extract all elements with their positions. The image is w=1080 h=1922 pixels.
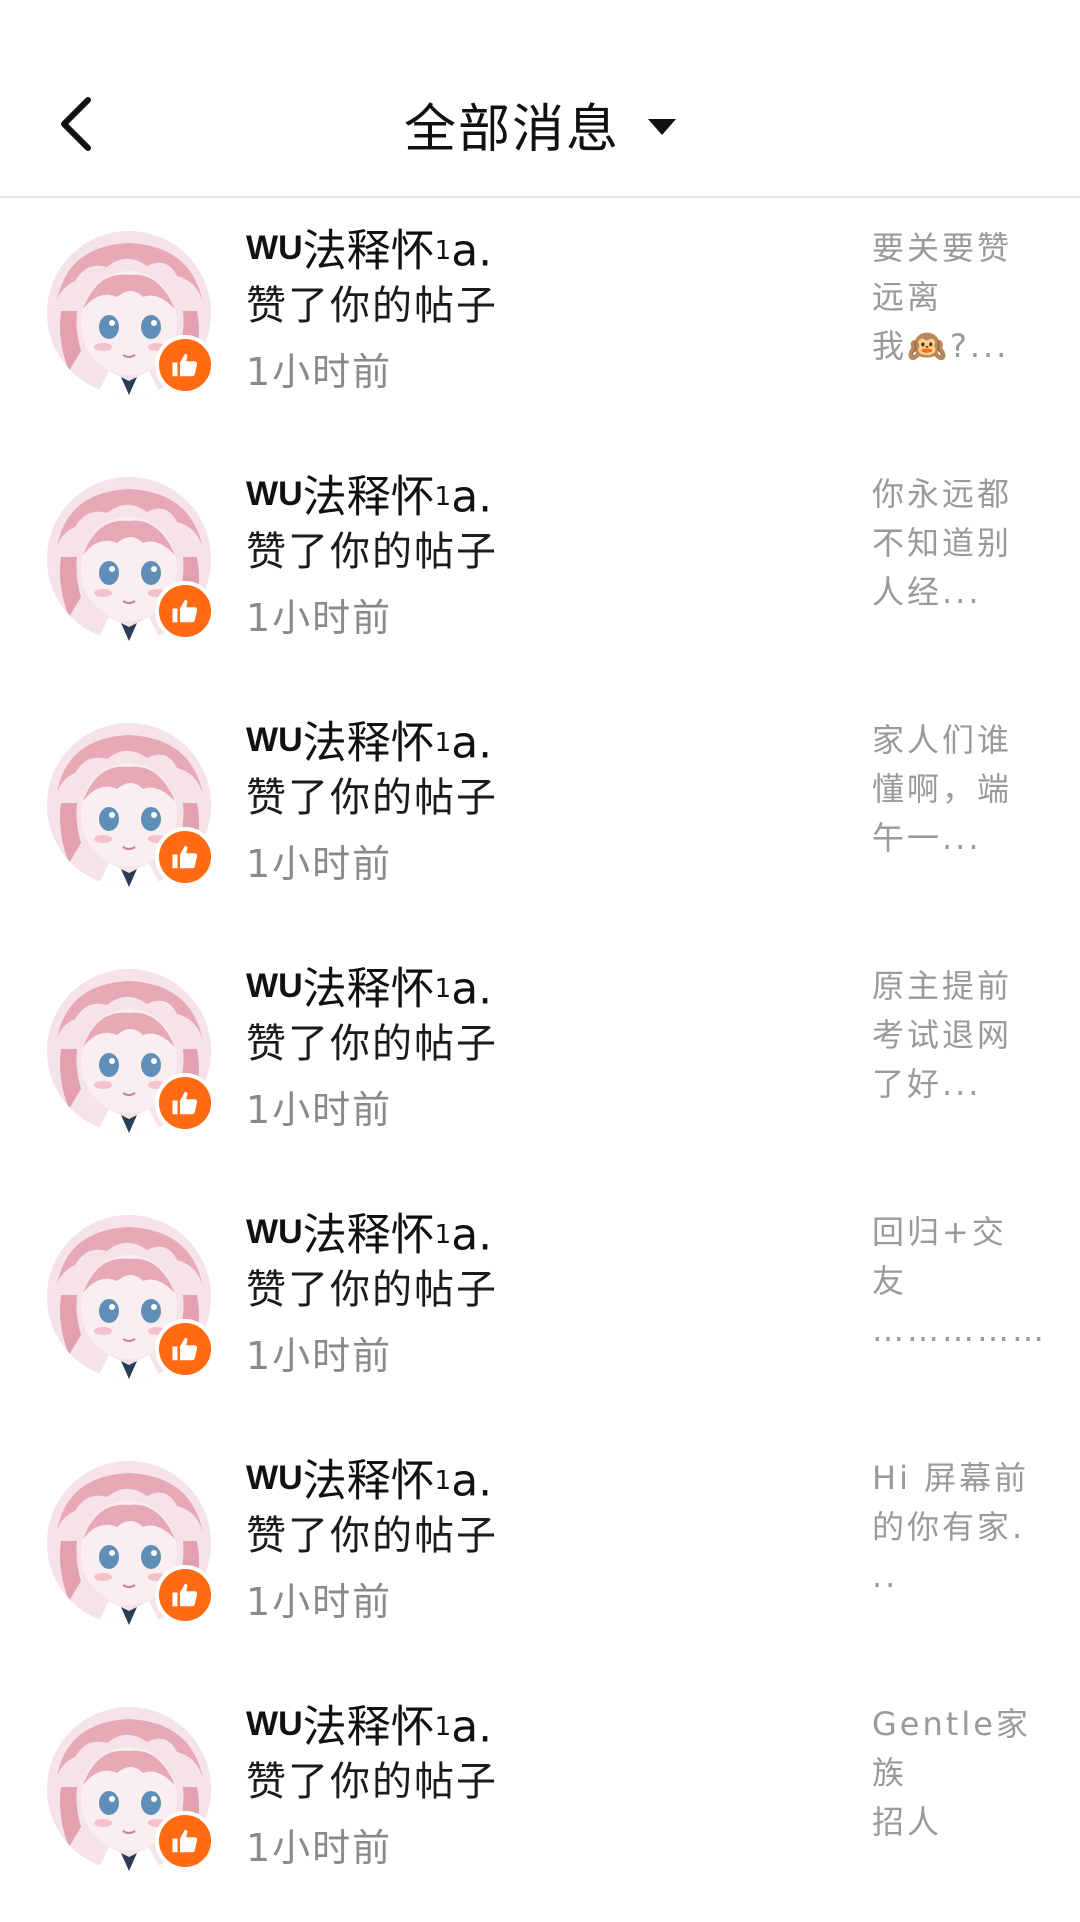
action-text: 赞了你的帖子 [246, 529, 498, 575]
title-dropdown[interactable]: 全部消息 [0, 92, 1080, 160]
post-excerpt[interactable]: 家人们谁 懂啊，端 午一... [872, 716, 1032, 863]
top-bar: 全部消息 [0, 0, 1080, 198]
list-item[interactable]: WU法释怀1a. 赞了你的帖子 1小时前 原主提前 考试退网 了好... [0, 938, 1080, 1184]
username-superscript: 1 [434, 1466, 452, 1496]
timestamp: 1小时前 [246, 842, 393, 886]
username-superscript: 1 [434, 728, 452, 758]
list-item[interactable]: WU法释怀1a. 赞了你的帖子 1小时前 Gentle家族 招人 [0, 1676, 1080, 1922]
username-main: 法释怀 [302, 717, 435, 769]
username-suffix: a. [451, 471, 493, 523]
post-excerpt[interactable]: Hi 屏幕前 的你有家. .. [872, 1454, 1032, 1601]
thumbs-up-icon [155, 827, 215, 887]
username-main: 法释怀 [302, 471, 435, 523]
thumbs-up-icon [155, 581, 215, 641]
username-prefix: WU [246, 1705, 303, 1743]
username-superscript: 1 [434, 1712, 452, 1742]
username-superscript: 1 [434, 482, 452, 512]
action-text: 赞了你的帖子 [246, 1759, 498, 1805]
username-superscript: 1 [434, 236, 452, 266]
message-meta: WU法释怀1a. 赞了你的帖子 1小时前 [246, 1692, 806, 1878]
username-prefix: WU [246, 229, 303, 267]
username-suffix: a. [451, 1455, 493, 1507]
post-excerpt[interactable]: 要关要赞 远离 我🙉?... [872, 224, 1032, 371]
timestamp: 1小时前 [246, 1826, 393, 1870]
thumbs-up-icon [155, 1811, 215, 1871]
username[interactable]: WU法释怀1a. [246, 216, 806, 280]
username-main: 法释怀 [302, 963, 435, 1015]
message-meta: WU法释怀1a. 赞了你的帖子 1小时前 [246, 954, 806, 1140]
message-list: WU法释怀1a. 赞了你的帖子 1小时前 …………… ……… [0, 0, 1080, 1920]
timestamp: 1小时前 [246, 1334, 393, 1378]
username-prefix: WU [246, 721, 303, 759]
page-title: 全部消息 [403, 99, 620, 160]
action-text: 赞了你的帖子 [246, 283, 498, 329]
thumbs-up-icon [155, 335, 215, 395]
message-meta: WU法释怀1a. 赞了你的帖子 1小时前 [246, 462, 806, 648]
username[interactable]: WU法释怀1a. [246, 1200, 806, 1264]
list-item[interactable]: WU法释怀1a. 赞了你的帖子 1小时前 家人们谁 懂啊，端 午一... [0, 692, 1080, 938]
username-main: 法释怀 [302, 225, 435, 277]
post-excerpt[interactable]: 回归+交 友 …………… [872, 1208, 1044, 1355]
action-text: 赞了你的帖子 [246, 775, 498, 821]
username-prefix: WU [246, 1459, 303, 1497]
username-prefix: WU [246, 475, 303, 513]
post-excerpt[interactable]: Gentle家族 招人 [872, 1700, 1032, 1847]
thumbs-up-icon [155, 1565, 215, 1625]
username-main: 法释怀 [302, 1455, 435, 1507]
timestamp: 1小时前 [246, 1580, 393, 1624]
action-text: 赞了你的帖子 [246, 1021, 498, 1067]
username-suffix: a. [451, 225, 493, 277]
post-excerpt[interactable]: 你永远都 不知道别 人经... [872, 470, 1032, 617]
username-suffix: a. [451, 963, 493, 1015]
list-item[interactable]: WU法释怀1a. 赞了你的帖子 1小时前 你永远都 不知道别 人经... [0, 446, 1080, 692]
username[interactable]: WU法释怀1a. [246, 1692, 806, 1756]
username-prefix: WU [246, 967, 303, 1005]
timestamp: 1小时前 [246, 596, 393, 640]
action-text: 赞了你的帖子 [246, 1513, 498, 1559]
message-meta: WU法释怀1a. 赞了你的帖子 1小时前 [246, 708, 806, 894]
username-main: 法释怀 [302, 1701, 435, 1753]
caret-down-icon [648, 119, 676, 135]
message-meta: WU法释怀1a. 赞了你的帖子 1小时前 [246, 1446, 806, 1632]
list-item[interactable]: WU法释怀1a. 赞了你的帖子 1小时前 Hi 屏幕前 的你有家. .. [0, 1430, 1080, 1676]
action-text: 赞了你的帖子 [246, 1267, 498, 1313]
timestamp: 1小时前 [246, 1088, 393, 1132]
username-suffix: a. [451, 717, 493, 769]
username[interactable]: WU法释怀1a. [246, 1446, 806, 1510]
username-suffix: a. [451, 1701, 493, 1753]
username-main: 法释怀 [302, 1209, 435, 1261]
list-item[interactable]: WU法释怀1a. 赞了你的帖子 1小时前 要关要赞 远离 我🙉?... [0, 200, 1080, 446]
username[interactable]: WU法释怀1a. [246, 708, 806, 772]
timestamp: 1小时前 [246, 350, 393, 394]
message-meta: WU法释怀1a. 赞了你的帖子 1小时前 [246, 1200, 806, 1386]
username-superscript: 1 [434, 974, 452, 1004]
message-meta: WU法释怀1a. 赞了你的帖子 1小时前 [246, 216, 806, 402]
thumbs-up-icon [155, 1073, 215, 1133]
username-superscript: 1 [434, 1220, 452, 1250]
username[interactable]: WU法释怀1a. [246, 954, 806, 1018]
username-suffix: a. [451, 1209, 493, 1261]
post-excerpt[interactable]: 原主提前 考试退网 了好... [872, 962, 1032, 1109]
list-item[interactable]: WU法释怀1a. 赞了你的帖子 1小时前 回归+交 友 …………… [0, 1184, 1080, 1430]
username[interactable]: WU法释怀1a. [246, 462, 806, 526]
thumbs-up-icon [155, 1319, 215, 1379]
username-prefix: WU [246, 1213, 303, 1251]
